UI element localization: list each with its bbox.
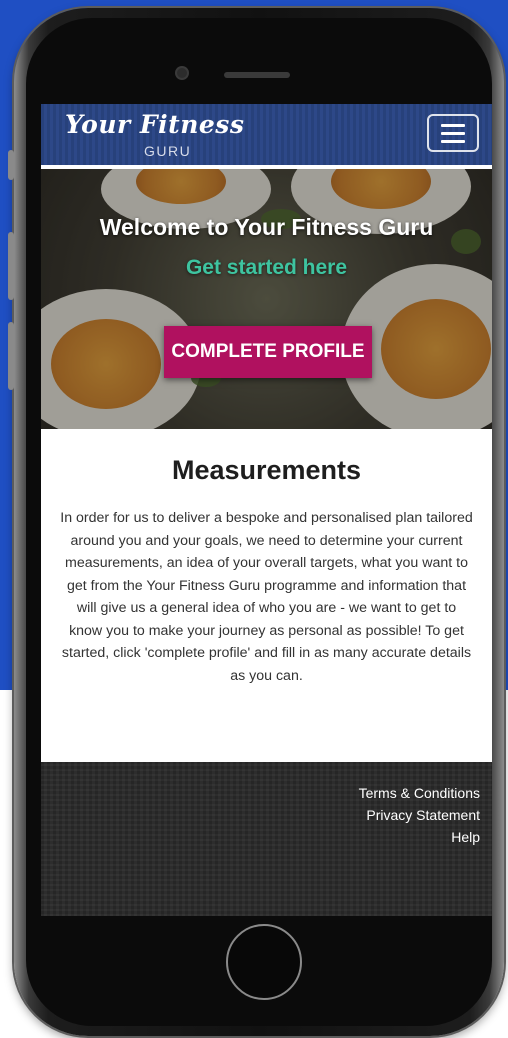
menu-bar [441,123,465,127]
phone-screen: Your Fitness GURU Welcome to Your Fitnes… [41,104,492,916]
complete-profile-button[interactable]: COMPLETE PROFILE [164,326,372,378]
section-heading: Measurements [171,455,362,485]
camera-icon [177,68,187,78]
hero-title: Welcome to Your Fitness Guru [99,214,434,240]
hero-section: Welcome to Your Fitness Guru Get started… [41,169,492,429]
footer-link-privacy[interactable]: Privacy Statement [359,804,480,826]
menu-bar [441,139,465,143]
phone-volume-up [8,232,14,300]
footer-link-terms[interactable]: Terms & Conditions [359,782,480,804]
phone-mute-switch [8,150,14,180]
logo-subtitle: GURU [144,143,192,159]
logo[interactable]: Your Fitness [65,110,244,139]
footer-links: Terms & Conditions Privacy Statement Hel… [359,782,480,848]
phone-volume-down [8,322,14,390]
footer-link-help[interactable]: Help [359,826,480,848]
home-button[interactable] [226,924,302,1000]
hamburger-menu-icon[interactable] [427,114,479,152]
footer: Terms & Conditions Privacy Statement Hel… [41,762,492,916]
speaker-grille [224,72,290,78]
measurements-section: Measurements In order for us to deliver … [41,429,492,762]
menu-bar [441,131,465,135]
section-body: In order for us to deliver a bespoke and… [60,510,473,684]
navbar: Your Fitness GURU [41,104,492,165]
hero-subtitle: Get started here [185,256,348,279]
